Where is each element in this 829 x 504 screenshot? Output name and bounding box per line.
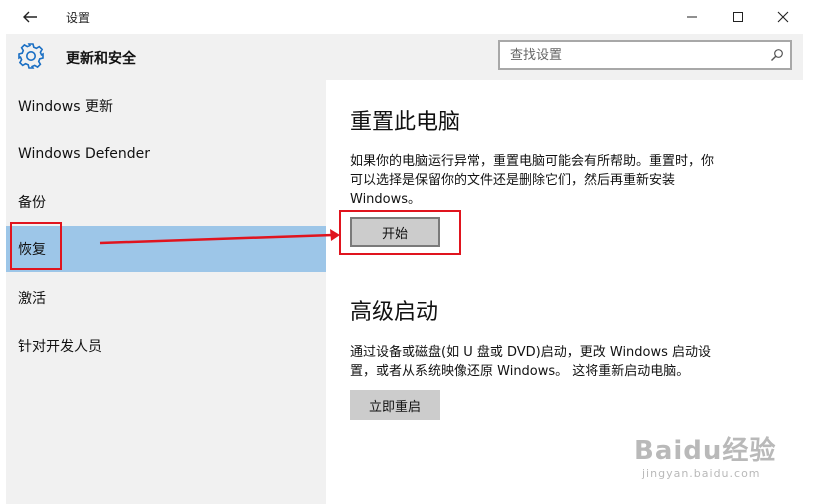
watermark-brand: Baidu经验 [634,436,777,466]
baidu-watermark: Baidu经验 jingyan.baidu.com [634,430,776,480]
watermark-url: jingyan.baidu.com [642,467,761,480]
annotation-arrow [99,229,340,245]
